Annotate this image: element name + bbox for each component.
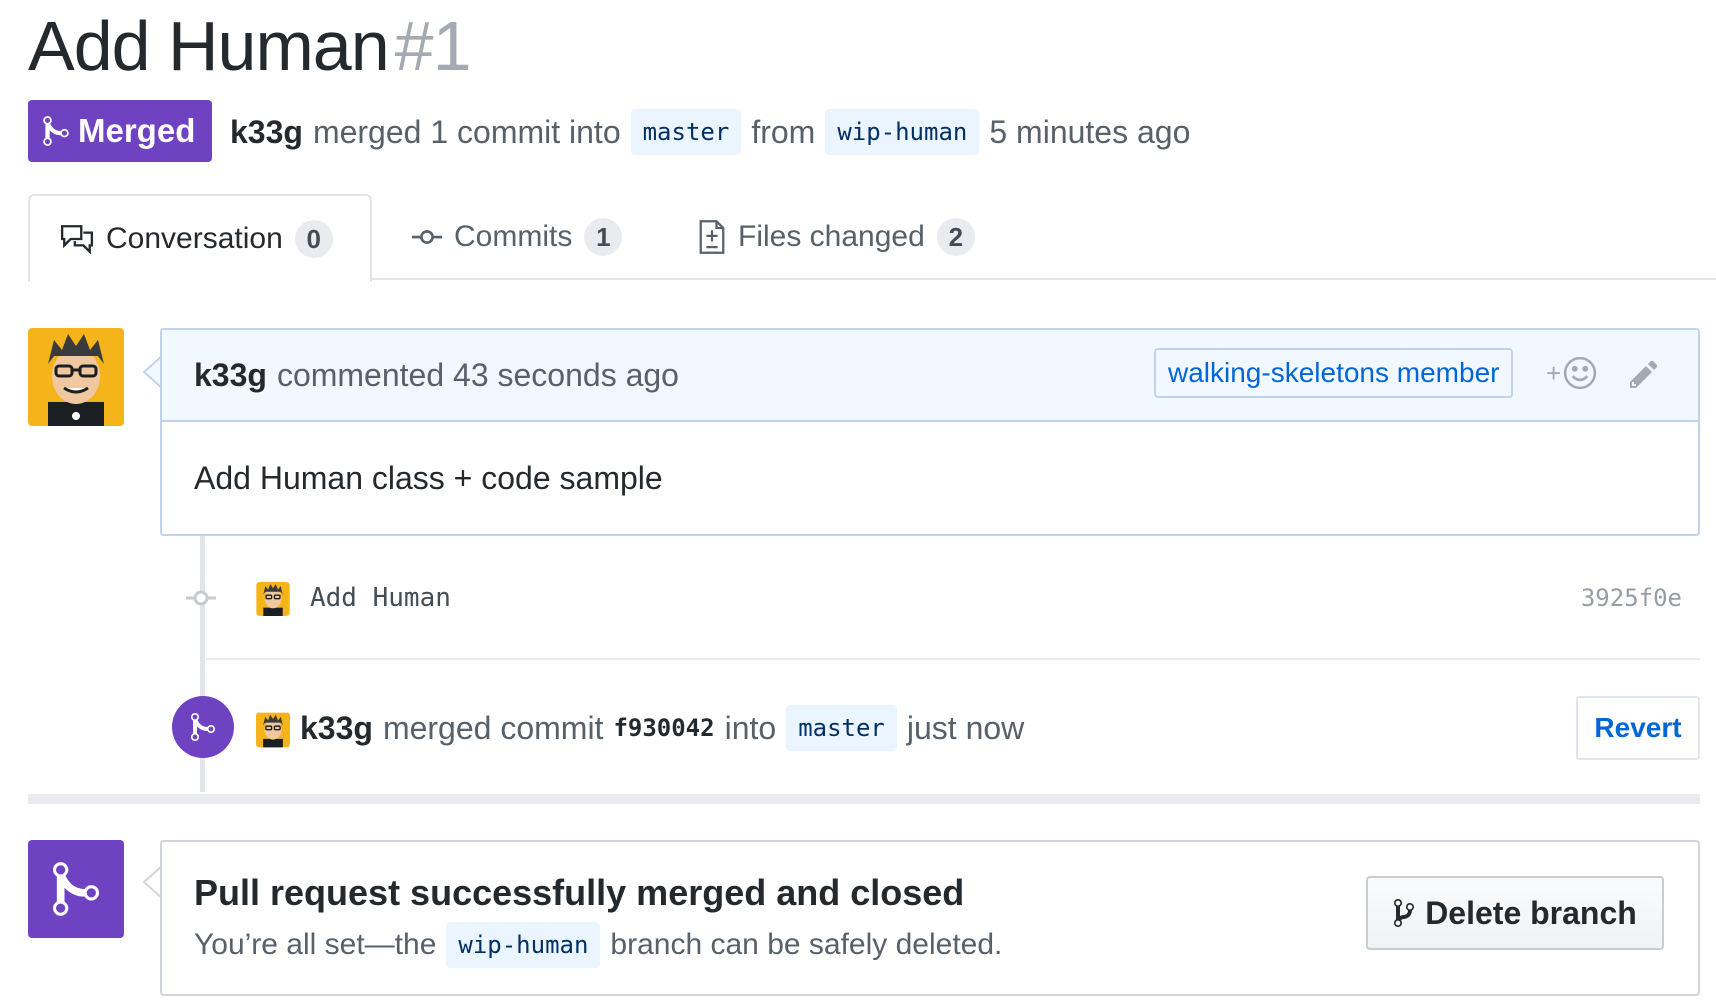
comment-body: Add Human class + code sample	[194, 460, 663, 496]
tab-conversation[interactable]: Conversation 0	[28, 194, 372, 282]
tab-counter: 2	[936, 218, 975, 256]
commit-sha-link[interactable]: 3925f0e	[1581, 576, 1682, 620]
author-avatar[interactable]	[28, 328, 124, 426]
merged-status-box: Pull request successfully merged and clo…	[160, 840, 1700, 996]
pr-number: #1	[394, 7, 472, 85]
commit-message-link[interactable]: Add Human	[310, 576, 451, 620]
merge-commit-sha-link[interactable]: f930042	[613, 714, 714, 742]
edit-comment-button[interactable]	[1630, 358, 1662, 398]
base-branch-label[interactable]: master	[630, 109, 742, 155]
into-text: into	[724, 709, 777, 746]
pr-time: 5 minutes ago	[989, 113, 1191, 150]
git-merge-icon	[191, 712, 215, 741]
author-role-badge: walking-skeletons member	[1154, 348, 1514, 398]
merged-state-badge: Merged	[28, 100, 212, 162]
merged-subtitle: You’re all set—the wip-human branch can …	[194, 922, 1002, 968]
comment-header: k33g commented 43 seconds ago walking-sk…	[162, 330, 1698, 422]
smiley-icon	[1564, 356, 1597, 390]
delete-branch-button[interactable]: Delete branch	[1366, 876, 1664, 950]
tab-commits[interactable]: Commits 1	[412, 194, 623, 280]
pr-author-link[interactable]: k33g	[230, 114, 303, 151]
git-branch-icon	[1394, 899, 1415, 927]
comment-caret	[142, 356, 162, 388]
git-commit-icon	[186, 590, 216, 606]
file-diff-icon	[699, 220, 725, 254]
from-text: from	[751, 113, 816, 150]
tab-counter: 0	[294, 220, 333, 258]
git-commit-icon	[412, 230, 442, 244]
add-reaction-button[interactable]: +	[1546, 356, 1597, 390]
merge-text: merged 1 commit into	[312, 113, 621, 150]
comment-time[interactable]: commented 43 seconds ago	[277, 357, 679, 394]
pencil-icon	[1630, 360, 1658, 388]
merge-time[interactable]: just now	[907, 710, 1024, 747]
tab-label: Files changed	[738, 220, 925, 253]
pr-meta: k33g merged 1 commit into master from wi…	[230, 104, 1190, 160]
page-title: Add Human#1	[28, 6, 472, 86]
merged-title: Pull request successfully merged and clo…	[194, 872, 965, 913]
commit-author-avatar[interactable]	[256, 582, 290, 616]
timeline-divider	[206, 658, 1700, 660]
comment-discussion-icon	[60, 225, 94, 255]
merged-status-icon	[28, 840, 124, 938]
merger-avatar[interactable]	[256, 712, 290, 748]
commit-item: Add Human 3925f0e	[186, 576, 1700, 620]
deletable-branch-label[interactable]: wip-human	[446, 922, 601, 968]
merge-event-text: k33g merged commit f930042 into master j…	[300, 700, 1024, 756]
state-label: Merged	[78, 112, 196, 149]
git-merge-icon	[53, 862, 99, 916]
merge-target-branch[interactable]: master	[786, 705, 897, 751]
merge-author-link[interactable]: k33g	[300, 710, 373, 747]
tab-files-changed[interactable]: Files changed 2	[698, 194, 975, 280]
timeline-separator	[28, 794, 1700, 804]
tab-label: Commits	[454, 220, 573, 253]
plus-icon: +	[1546, 357, 1562, 388]
merge-action-text: merged commit	[382, 709, 604, 746]
merge-event-badge	[172, 696, 234, 758]
tab-counter: 1	[584, 218, 623, 256]
comment-author-link[interactable]: k33g	[194, 357, 267, 394]
merged-sub-before: You’re all set—the	[194, 928, 437, 961]
merged-sub-after: branch can be safely deleted.	[610, 928, 1003, 961]
revert-button[interactable]: Revert	[1576, 696, 1700, 760]
tab-label: Conversation	[106, 222, 283, 255]
pr-title: Add Human	[28, 7, 390, 85]
git-merge-icon	[43, 116, 69, 146]
pr-comment: k33g commented 43 seconds ago walking-sk…	[160, 328, 1700, 536]
delete-branch-label: Delete branch	[1425, 894, 1637, 931]
head-branch-label[interactable]: wip-human	[825, 109, 980, 155]
merged-box-caret	[142, 866, 162, 898]
